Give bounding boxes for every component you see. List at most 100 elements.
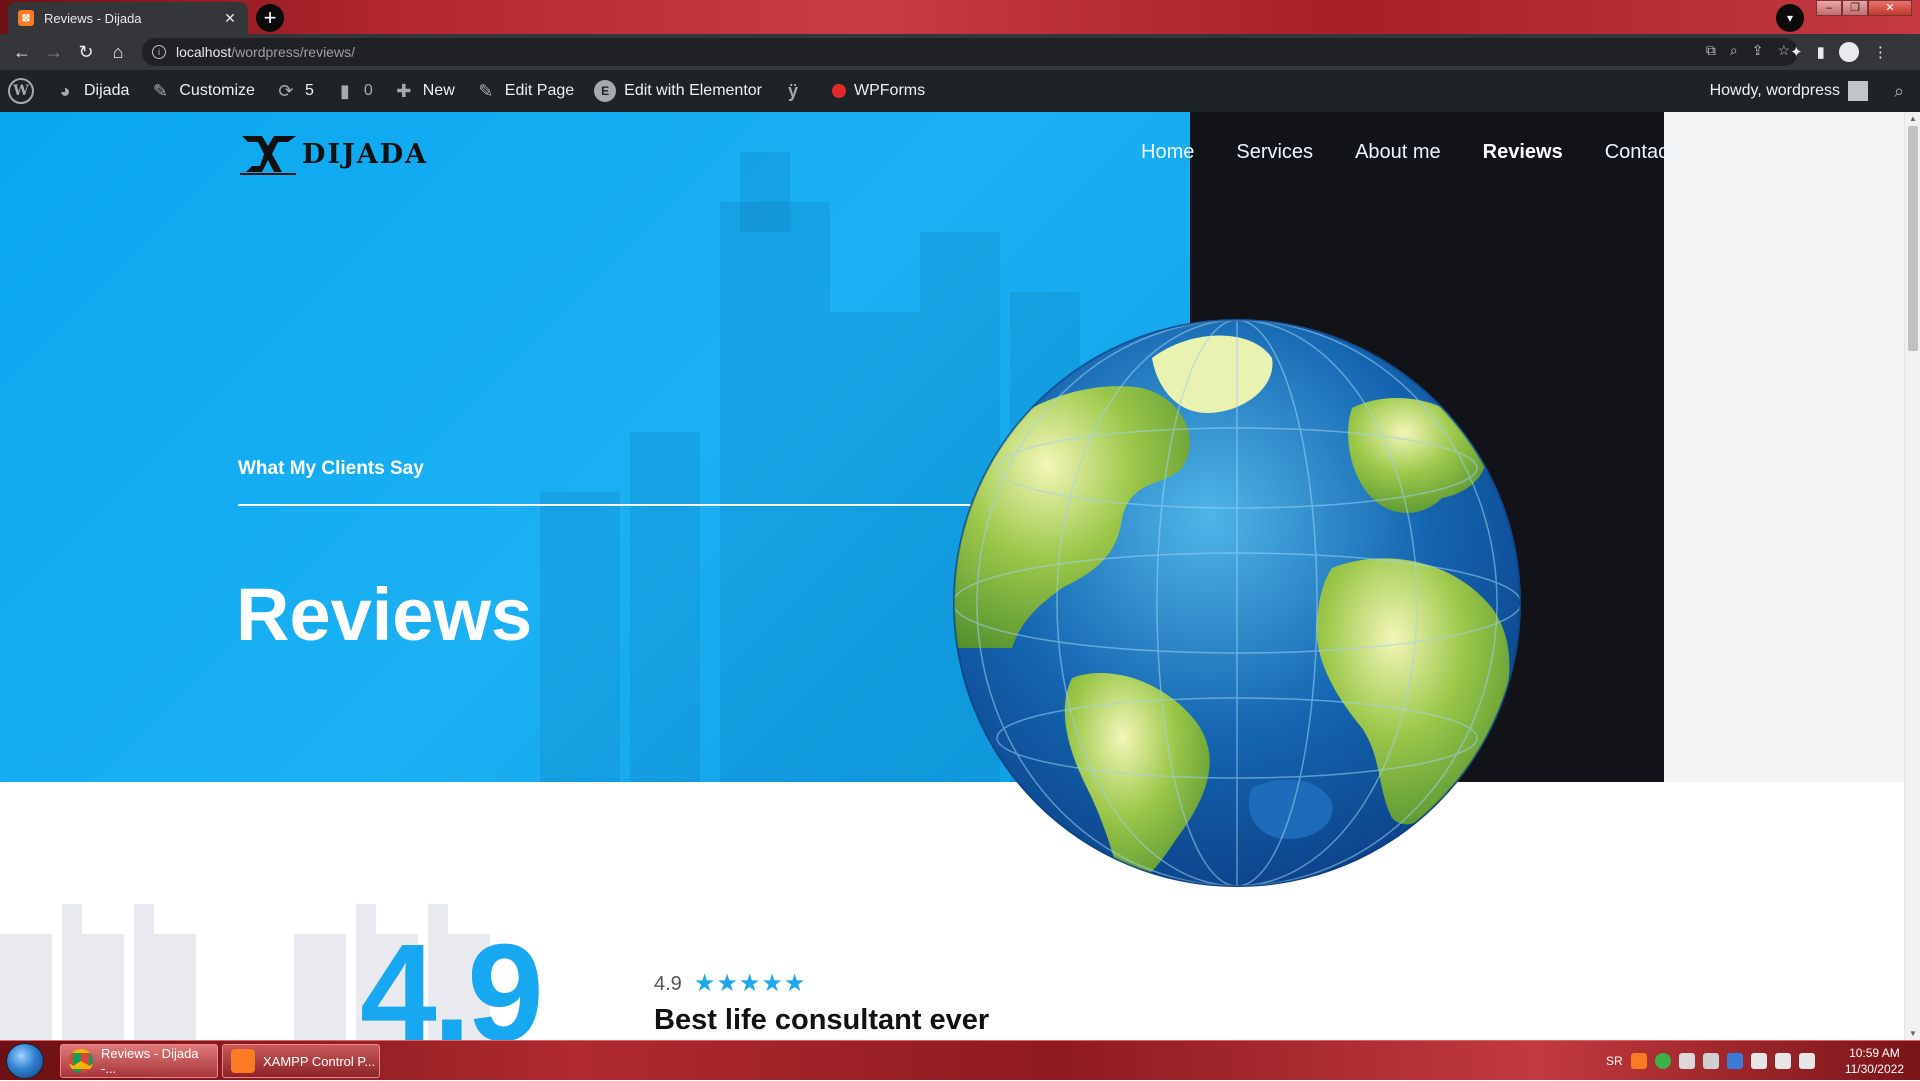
share-icon[interactable]: ⇪	[1752, 42, 1764, 59]
nav-reviews[interactable]: Reviews	[1462, 136, 1584, 168]
bluetooth-tray-icon[interactable]	[1726, 1053, 1743, 1069]
page-viewport: DIJADA Home Services About me Reviews Co…	[0, 112, 1904, 1040]
review-heading: Best life consultant ever	[654, 1004, 990, 1036]
nav-about-me[interactable]: About me	[1334, 136, 1462, 168]
translate-icon[interactable]: ⧉	[1706, 42, 1716, 59]
ab-howdy-label: Howdy, wordpress	[1709, 82, 1840, 99]
reload-icon[interactable]: ↻	[70, 36, 102, 68]
taskbar-item-xampp[interactable]: XAMPP Control P...	[222, 1044, 380, 1078]
ab-new-content[interactable]: ✚ New	[383, 70, 465, 112]
site-info-icon[interactable]: i	[152, 45, 166, 59]
url-path: /wordpress/reviews/	[231, 44, 355, 60]
skyline-building	[540, 492, 620, 782]
big-rating-number: 4.9	[360, 916, 544, 1040]
window-close-button[interactable]: ✕	[1868, 0, 1912, 16]
ab-edit-with-elementor[interactable]: E Edit with Elementor	[584, 70, 772, 112]
wp-admin-bar: W ◕ Dijada ✎ Customize ⟳ 5 ▮ 0 ✚ New ✎ E…	[0, 70, 1920, 112]
site-logo[interactable]: DIJADA	[238, 132, 428, 176]
ab-customize-label: Customize	[179, 82, 255, 99]
usb-tray-icon[interactable]	[1702, 1053, 1719, 1069]
tab-search-chevron-icon[interactable]: ▾	[1776, 4, 1804, 32]
star-icon: ★	[716, 970, 738, 997]
wordpress-logo-icon: W	[8, 78, 34, 104]
hero-subtitle: What My Clients Say	[238, 458, 424, 479]
star-icon: ★	[738, 970, 761, 997]
taskbar-clock[interactable]: 10:59 AM 11/30/2022	[1845, 1045, 1904, 1077]
chrome-icon	[69, 1049, 93, 1073]
plus-icon: ✚	[396, 80, 412, 101]
new-tab-button[interactable]: +	[256, 4, 284, 32]
network-monitor-icon[interactable]	[1774, 1053, 1791, 1069]
scrollbar-thumb[interactable]	[1908, 126, 1918, 351]
browser-tab-strip: ⊠ Reviews - Dijada ✕ + ▾ – ❐ ✕	[0, 0, 1920, 34]
side-panel-icon[interactable]: ▮	[1817, 43, 1825, 61]
review-score-value: 4.9	[654, 972, 682, 995]
ab-my-account[interactable]: Howdy, wordpress	[1700, 70, 1878, 112]
clock-date: 11/30/2022	[1844, 1062, 1904, 1076]
star-icon: ★	[783, 970, 806, 997]
ab-updates[interactable]: ⟳ 5	[265, 70, 324, 112]
page-scrollbar[interactable]: ▲ ▼	[1904, 112, 1920, 1040]
taskbar-item-label: XAMPP Control P...	[263, 1053, 376, 1069]
ab-yoast[interactable]: ÿ	[772, 70, 822, 112]
start-button[interactable]	[6, 1043, 44, 1079]
ab-comments-count: 0	[363, 82, 373, 99]
home-icon[interactable]: ⌂	[102, 36, 134, 68]
pencil-icon: ✎	[478, 80, 494, 101]
ab-site-name[interactable]: ◕ Dijada	[44, 70, 139, 112]
skyline-building	[830, 312, 920, 782]
star-rating: ★ ★ ★ ★ ★	[694, 972, 806, 996]
profile-avatar-icon[interactable]	[1838, 42, 1859, 62]
ab-updates-count: 5	[304, 82, 314, 99]
chrome-menu-icon[interactable]: ⋮	[1873, 43, 1888, 61]
star-icon: ★	[761, 970, 783, 997]
wp-logo-menu[interactable]: W	[0, 70, 44, 112]
clock-time: 10:59 AM	[1849, 1046, 1900, 1060]
xampp-icon	[231, 1049, 255, 1073]
address-bar[interactable]: i localhost/wordpress/reviews/ ⧉ ⌕ ⇪ ☆	[142, 38, 1798, 66]
ab-new-label: New	[422, 82, 455, 99]
nav-home[interactable]: Home	[1120, 136, 1215, 168]
volume-speaker-icon[interactable]	[1798, 1053, 1815, 1069]
extensions-puzzle-icon[interactable]: ✦	[1790, 43, 1803, 61]
skyline-building	[630, 432, 700, 782]
ab-wpforms[interactable]: WPForms	[822, 70, 935, 112]
updates-icon: ⟳	[278, 80, 294, 101]
taskbar-item-label: Reviews - Dijada -...	[101, 1046, 199, 1076]
search-icon: ⌕	[1893, 80, 1905, 101]
browser-tab-reviews[interactable]: ⊠ Reviews - Dijada ✕	[8, 2, 248, 34]
xampp-tray-icon[interactable]	[1630, 1053, 1647, 1069]
zoom-icon[interactable]: ⌕	[1730, 42, 1738, 59]
ab-edit-page-label: Edit Page	[504, 82, 575, 99]
forward-arrow-icon[interactable]: →	[38, 36, 70, 68]
scroll-up-arrow-icon[interactable]: ▲	[1905, 114, 1920, 123]
back-arrow-icon[interactable]: ←	[6, 36, 38, 68]
action-center-flag-icon[interactable]	[1750, 1053, 1767, 1069]
browser-toolbar: ← → ↻ ⌂ i localhost/wordpress/reviews/ ⧉…	[0, 34, 1920, 70]
windows-taskbar: Reviews - Dijada -... XAMPP Control P...…	[0, 1040, 1920, 1080]
scroll-down-arrow-icon[interactable]: ▼	[1905, 1029, 1920, 1038]
minimize-button[interactable]: –	[1816, 0, 1842, 16]
bookmark-star-icon[interactable]: ☆	[1777, 42, 1790, 59]
nav-contact[interactable]: Contact	[1584, 136, 1695, 168]
ab-customize[interactable]: ✎ Customize	[139, 70, 265, 112]
network-share-tray-icon[interactable]	[1678, 1053, 1695, 1069]
elementor-icon: E	[594, 80, 617, 102]
ab-search[interactable]: ⌕	[1878, 70, 1920, 112]
tab-title: Reviews - Dijada	[44, 10, 142, 26]
tab-close-icon[interactable]: ✕	[222, 10, 238, 27]
ab-comments[interactable]: ▮ 0	[324, 70, 383, 112]
language-indicator[interactable]: SR	[1606, 1054, 1623, 1068]
paintbrush-icon: ✎	[152, 80, 168, 101]
omnibox-actions: ⧉ ⌕ ⇪ ☆	[1706, 42, 1790, 59]
hero-gray-panel	[1664, 112, 1904, 782]
logo-text: DIJADA	[302, 138, 429, 170]
maximize-button[interactable]: ❐	[1842, 0, 1868, 16]
taskbar-item-chrome[interactable]: Reviews - Dijada -...	[60, 1044, 218, 1078]
extension-icons: ✦ ▮ ⋮	[1790, 34, 1888, 70]
url-host: localhost	[176, 44, 232, 60]
ab-edit-page[interactable]: ✎ Edit Page	[465, 70, 584, 112]
nav-services[interactable]: Services	[1215, 136, 1334, 168]
user-avatar-icon	[1848, 81, 1868, 101]
shield-tray-icon[interactable]	[1654, 1053, 1671, 1069]
